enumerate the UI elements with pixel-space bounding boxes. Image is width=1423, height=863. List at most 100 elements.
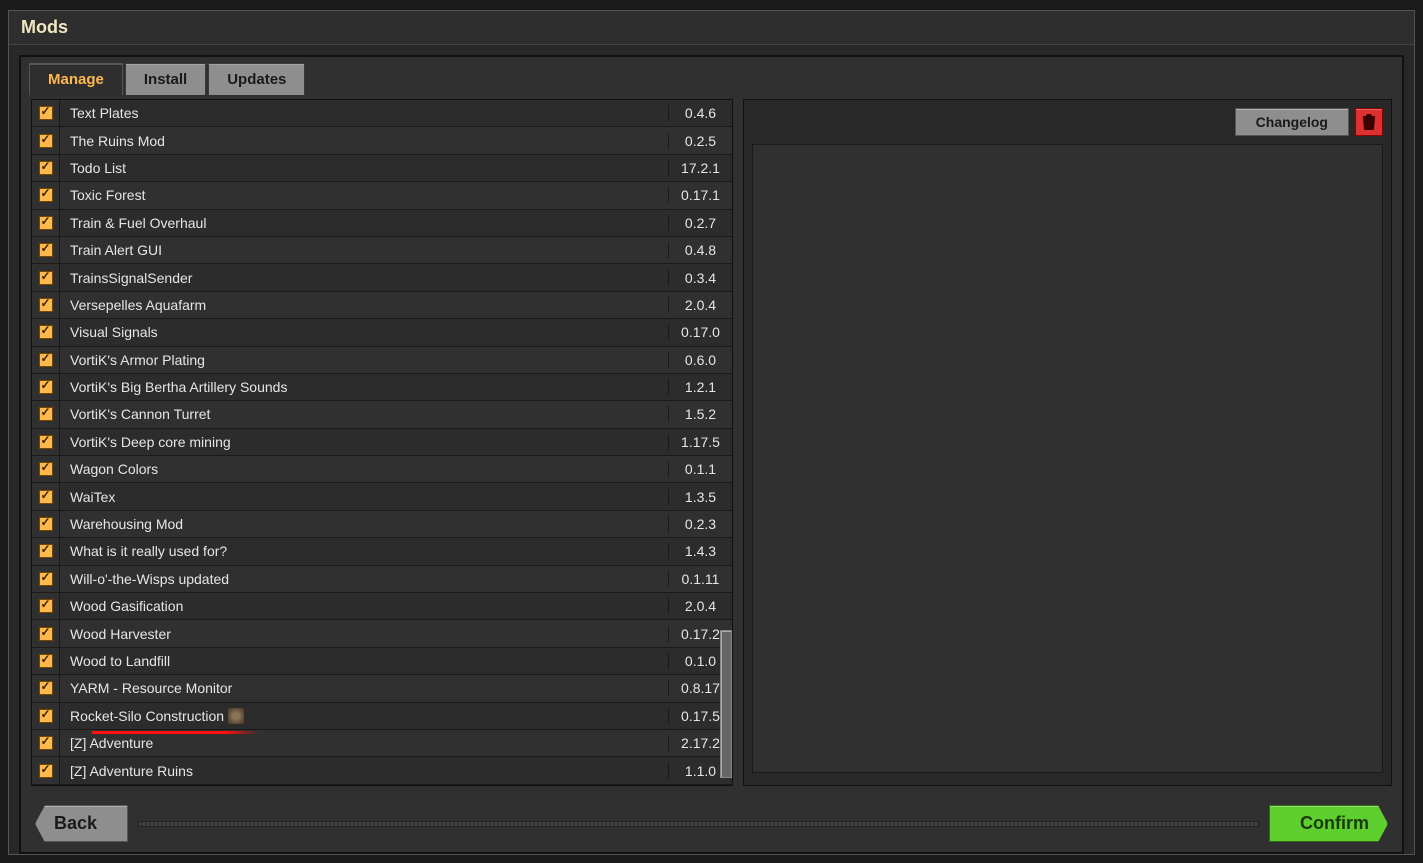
mod-name: Warehousing Mod bbox=[60, 516, 668, 532]
mod-checkbox[interactable] bbox=[39, 106, 53, 120]
mod-row[interactable]: Wood to Landfill0.1.0 bbox=[32, 648, 732, 675]
mod-name: [Z] Adventure bbox=[60, 735, 668, 751]
mod-checkbox[interactable] bbox=[39, 462, 53, 476]
mod-row[interactable]: TrainsSignalSender0.3.4 bbox=[32, 264, 732, 291]
mod-list-container: Text Plates0.4.6The Ruins Mod0.2.5Todo L… bbox=[31, 99, 733, 786]
mod-name: Toxic Forest bbox=[60, 187, 668, 203]
back-button[interactable]: Back bbox=[35, 805, 128, 842]
mod-version: 1.4.3 bbox=[668, 543, 732, 559]
tab-manage[interactable]: Manage bbox=[29, 63, 123, 95]
checkbox-cell bbox=[32, 319, 60, 345]
mod-checkbox[interactable] bbox=[39, 736, 53, 750]
inner-panel: Manage Install Updates Text Plates0.4.6T… bbox=[19, 55, 1404, 854]
mod-version: 17.2.1 bbox=[668, 160, 732, 176]
mod-row[interactable]: Warehousing Mod0.2.3 bbox=[32, 511, 732, 538]
mod-checkbox[interactable] bbox=[39, 681, 53, 695]
checkbox-cell bbox=[32, 292, 60, 318]
mod-row[interactable]: VortiK's Deep core mining1.17.5 bbox=[32, 429, 732, 456]
mod-row[interactable]: Versepelles Aquafarm2.0.4 bbox=[32, 292, 732, 319]
mod-name: What is it really used for? bbox=[60, 543, 668, 559]
mod-row[interactable]: Visual Signals0.17.0 bbox=[32, 319, 732, 346]
mod-name: TrainsSignalSender bbox=[60, 270, 668, 286]
title-bar: Mods bbox=[9, 11, 1414, 45]
mod-row[interactable]: What is it really used for?1.4.3 bbox=[32, 538, 732, 565]
mod-version: 0.1.1 bbox=[668, 461, 732, 477]
mod-row[interactable]: Train Alert GUI0.4.8 bbox=[32, 237, 732, 264]
mod-row[interactable]: Toxic Forest0.17.1 bbox=[32, 182, 732, 209]
mod-checkbox[interactable] bbox=[39, 627, 53, 641]
mod-checkbox[interactable] bbox=[39, 271, 53, 285]
mod-checkbox[interactable] bbox=[39, 572, 53, 586]
mod-row[interactable]: Text Plates0.4.6 bbox=[32, 100, 732, 127]
mod-checkbox[interactable] bbox=[39, 490, 53, 504]
mod-name: [Z] Adventure Ruins bbox=[60, 763, 668, 779]
mod-checkbox[interactable] bbox=[39, 709, 53, 723]
scrollbar-thumb[interactable] bbox=[720, 630, 732, 778]
detail-panel: Changelog bbox=[743, 99, 1392, 786]
mod-checkbox[interactable] bbox=[39, 161, 53, 175]
mod-checkbox[interactable] bbox=[39, 216, 53, 230]
mod-row[interactable]: Wood Harvester0.17.2 bbox=[32, 620, 732, 647]
mod-checkbox[interactable] bbox=[39, 353, 53, 367]
mod-checkbox[interactable] bbox=[39, 243, 53, 257]
mod-name: The Ruins Mod bbox=[60, 133, 668, 149]
mod-row[interactable]: Rocket-Silo Construction0.17.5 bbox=[32, 703, 732, 730]
checkbox-cell bbox=[32, 182, 60, 208]
mod-row[interactable]: VortiK's Armor Plating0.6.0 bbox=[32, 347, 732, 374]
mod-name: Train & Fuel Overhaul bbox=[60, 215, 668, 231]
mod-checkbox[interactable] bbox=[39, 407, 53, 421]
mod-checkbox[interactable] bbox=[39, 544, 53, 558]
mod-row[interactable]: Train & Fuel Overhaul0.2.7 bbox=[32, 210, 732, 237]
mods-window: Mods Manage Install Updates Text Plates0… bbox=[8, 10, 1415, 855]
window-title: Mods bbox=[21, 17, 1402, 38]
bottom-bar: Back Confirm bbox=[21, 796, 1402, 852]
mod-list: Text Plates0.4.6The Ruins Mod0.2.5Todo L… bbox=[32, 100, 732, 785]
mod-row[interactable]: [Z] Adventure2.17.2 bbox=[32, 730, 732, 757]
detail-body bbox=[752, 144, 1383, 773]
mod-checkbox[interactable] bbox=[39, 380, 53, 394]
checkbox-cell bbox=[32, 347, 60, 373]
tab-updates[interactable]: Updates bbox=[208, 63, 305, 95]
mod-row[interactable]: Will-o'-the-Wisps updated0.1.11 bbox=[32, 566, 732, 593]
mod-row[interactable]: YARM - Resource Monitor0.8.17 bbox=[32, 675, 732, 702]
mod-version: 1.17.5 bbox=[668, 434, 732, 450]
mod-name: VortiK's Deep core mining bbox=[60, 434, 668, 450]
mod-checkbox[interactable] bbox=[39, 325, 53, 339]
mod-checkbox[interactable] bbox=[39, 188, 53, 202]
mod-row[interactable]: Wagon Colors0.1.1 bbox=[32, 456, 732, 483]
mod-checkbox[interactable] bbox=[39, 298, 53, 312]
mod-name: Rocket-Silo Construction bbox=[60, 708, 668, 724]
checkbox-cell bbox=[32, 374, 60, 400]
mod-row[interactable]: Wood Gasification2.0.4 bbox=[32, 593, 732, 620]
mod-version: 0.2.5 bbox=[668, 133, 732, 149]
checkbox-cell bbox=[32, 675, 60, 701]
mod-row[interactable]: [Z] Adventure Ruins1.1.0 bbox=[32, 757, 732, 784]
confirm-button[interactable]: Confirm bbox=[1269, 805, 1388, 842]
mod-checkbox[interactable] bbox=[39, 764, 53, 778]
mod-checkbox[interactable] bbox=[39, 134, 53, 148]
mod-checkbox[interactable] bbox=[39, 654, 53, 668]
mod-row[interactable]: VortiK's Big Bertha Artillery Sounds1.2.… bbox=[32, 374, 732, 401]
mod-version: 2.0.4 bbox=[668, 598, 732, 614]
checkbox-cell bbox=[32, 511, 60, 537]
delete-button[interactable] bbox=[1355, 108, 1383, 136]
mod-version: 0.2.7 bbox=[668, 215, 732, 231]
content-area: Text Plates0.4.6The Ruins Mod0.2.5Todo L… bbox=[21, 95, 1402, 796]
trash-icon bbox=[1362, 114, 1376, 130]
tab-install[interactable]: Install bbox=[125, 63, 206, 95]
mod-checkbox[interactable] bbox=[39, 435, 53, 449]
mod-checkbox[interactable] bbox=[39, 517, 53, 531]
mod-row[interactable]: VortiK's Cannon Turret1.5.2 bbox=[32, 401, 732, 428]
mod-name: Wood Harvester bbox=[60, 626, 668, 642]
mod-checkbox[interactable] bbox=[39, 599, 53, 613]
mod-row[interactable]: WaiTex1.3.5 bbox=[32, 483, 732, 510]
mod-version: 2.0.4 bbox=[668, 297, 732, 313]
mod-name: VortiK's Cannon Turret bbox=[60, 406, 668, 422]
mod-row[interactable]: Todo List17.2.1 bbox=[32, 155, 732, 182]
checkbox-cell bbox=[32, 401, 60, 427]
mod-row[interactable]: The Ruins Mod0.2.5 bbox=[32, 127, 732, 154]
mod-icon bbox=[228, 708, 244, 724]
checkbox-cell bbox=[32, 127, 60, 153]
changelog-button[interactable]: Changelog bbox=[1235, 108, 1349, 136]
mod-version: 0.3.4 bbox=[668, 270, 732, 286]
